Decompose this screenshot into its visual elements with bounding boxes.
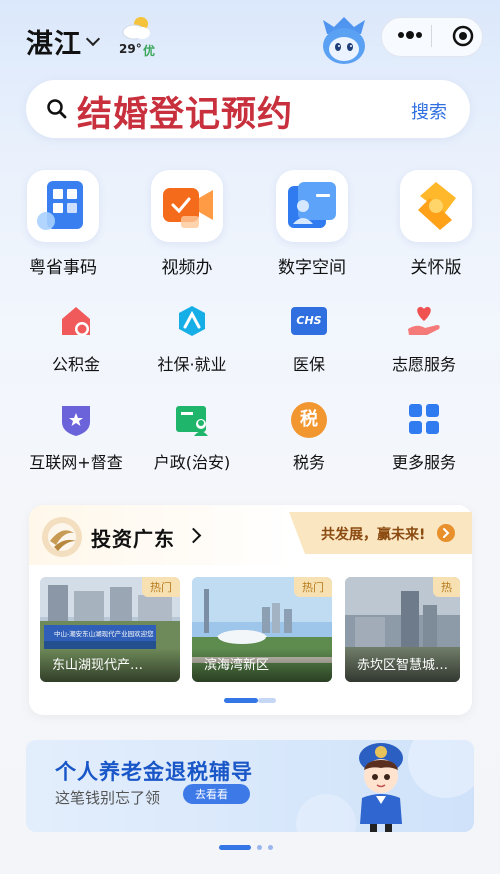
- banner-go-button[interactable]: 去看看: [183, 784, 250, 804]
- partly-cloudy-icon: [122, 17, 150, 40]
- banner-indicator-active: [219, 845, 251, 850]
- invest-slogan[interactable]: 共发展，赢未来!: [321, 524, 425, 544]
- carousel-indicator-active: [224, 698, 258, 703]
- quick-service-digital-space[interactable]: [276, 170, 348, 242]
- chevron-down-icon[interactable]: [85, 31, 101, 47]
- service-label: 互联网+督查: [29, 453, 123, 472]
- search-input[interactable]: 结婚登记预约: [77, 86, 293, 137]
- invest-card-title[interactable]: 投资广东: [91, 523, 175, 552]
- search-icon: [47, 99, 67, 119]
- quick-service-qr-code[interactable]: [27, 170, 99, 242]
- more-grid-icon[interactable]: [407, 402, 441, 436]
- household-id-icon[interactable]: [174, 403, 210, 437]
- invest-project-card[interactable]: 热门 滨海湾新区: [192, 577, 332, 682]
- qr-code-icon: [37, 181, 83, 230]
- quick-service-label: 关怀版: [410, 258, 462, 278]
- service-label: 公积金: [51, 355, 100, 374]
- housing-fund-icon[interactable]: [58, 303, 94, 339]
- close-mini-program-icon[interactable]: [452, 25, 474, 47]
- service-label: 更多服务: [391, 453, 456, 472]
- card-caption-overlay: 滨海湾新区: [192, 648, 332, 682]
- banner-subtitle: 这笔钱别忘了领: [55, 789, 161, 807]
- banner-indicator: [268, 845, 273, 850]
- hot-tag: 热门: [294, 577, 332, 597]
- digital-space-icon: [288, 182, 336, 228]
- care-ribbon-icon: [418, 182, 456, 230]
- banner-indicator: [257, 845, 262, 850]
- arrow-right-circle-icon[interactable]: [437, 524, 455, 542]
- capsule-divider: [431, 25, 432, 47]
- invest-guangdong-logo-icon: [42, 517, 82, 557]
- service-mascot-girl: [359, 743, 403, 832]
- card-caption-overlay: 东山湖现代产…: [40, 648, 180, 682]
- service-label: 社保·就业: [157, 355, 227, 374]
- hot-tag: 热门: [142, 577, 180, 597]
- more-options-icon[interactable]: [397, 30, 423, 40]
- chs-medical-insurance-icon[interactable]: CHS: [291, 307, 327, 335]
- air-quality-badge: 优: [143, 44, 156, 58]
- tax-icon[interactable]: 税: [291, 402, 327, 438]
- banner-go-label: 去看看: [195, 788, 228, 801]
- service-label: 志愿服务: [391, 355, 456, 374]
- social-security-icon[interactable]: [174, 303, 210, 339]
- mascot-assistant-icon[interactable]: [317, 16, 371, 66]
- video-camera-icon: [163, 188, 213, 228]
- quick-service-label: 数字空间: [278, 258, 346, 278]
- service-label: 医保: [292, 355, 325, 374]
- invest-project-card[interactable]: 中山-潮安东山湖现代产业园欢迎您 热门 东山湖现代产…: [40, 577, 180, 682]
- card-caption: 东山湖现代产…: [52, 658, 144, 673]
- quick-service-label: 粤省事码: [29, 258, 97, 278]
- quick-service-care[interactable]: [400, 170, 472, 242]
- volunteer-heart-icon[interactable]: [405, 303, 443, 339]
- invest-project-card[interactable]: 热 赤坎区智慧城…: [345, 577, 460, 682]
- search-button[interactable]: 搜索: [411, 98, 447, 124]
- card-caption: 滨海湾新区: [204, 658, 270, 673]
- weather-temperature: 29°: [119, 42, 142, 56]
- hot-tag: 热: [433, 577, 460, 597]
- quick-service-video[interactable]: [151, 170, 223, 242]
- service-label: 税务: [292, 453, 325, 472]
- card-caption: 赤坎区智慧城…: [357, 658, 449, 673]
- supervision-shield-icon[interactable]: [59, 402, 93, 438]
- banner-title: 个人养老金退税辅导: [55, 760, 253, 784]
- card-caption-overlay: 赤坎区智慧城…: [345, 648, 460, 682]
- park-sign-text: 中山-潮安东山湖现代产业园欢迎您: [54, 629, 154, 638]
- service-label: 户政(治安): [153, 453, 231, 472]
- city-selector[interactable]: 湛江: [26, 22, 82, 61]
- quick-service-label: 视频办: [161, 258, 213, 278]
- carousel-indicator: [258, 698, 276, 703]
